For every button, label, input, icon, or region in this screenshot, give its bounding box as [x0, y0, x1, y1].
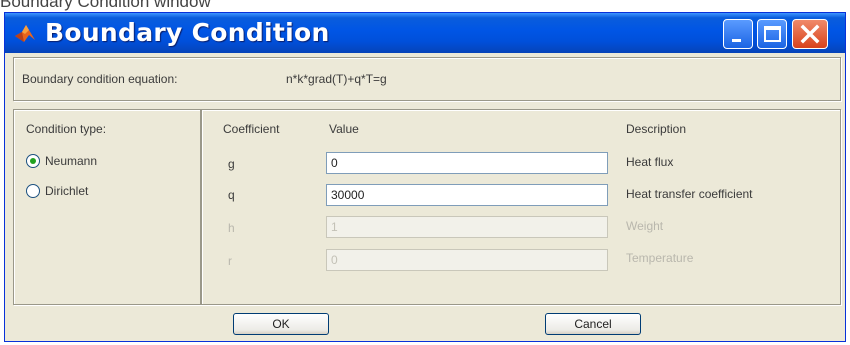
maximize-button[interactable] — [757, 19, 787, 49]
button-panel: OK Cancel — [13, 307, 841, 343]
ok-button[interactable]: OK — [233, 313, 329, 335]
coefficient-r: r — [228, 254, 232, 268]
radio-button[interactable] — [26, 184, 40, 198]
g-description: Heat flux — [626, 155, 674, 169]
value-header: Value — [329, 122, 359, 136]
radio-selected-dot — [30, 158, 36, 164]
q-value-field[interactable]: 30000 — [326, 184, 608, 206]
h-description: Weight — [626, 219, 664, 233]
r-value-field: 0 — [326, 249, 608, 271]
minimize-icon — [732, 39, 741, 42]
cancel-button[interactable]: Cancel — [545, 313, 641, 335]
condition-type-label: Condition type: — [26, 122, 107, 136]
minimize-button[interactable] — [723, 19, 753, 49]
radio-dirichlet-label[interactable]: Dirichlet — [45, 184, 88, 198]
coefficient-g: g — [228, 157, 235, 171]
radio-neumann-label[interactable]: Neumann — [45, 154, 97, 168]
equation-label: Boundary condition equation: — [22, 72, 178, 86]
condition-type-panel: Condition type: Neumann Dirichlet — [13, 109, 201, 305]
title-bar[interactable]: Boundary Condition — [5, 13, 845, 53]
g-value-field[interactable]: 0 — [326, 152, 608, 174]
matlab-logo-icon — [15, 25, 35, 42]
coefficient-q: q — [228, 188, 235, 202]
description-header: Description — [626, 122, 687, 136]
equation-value: n*k*grad(T)+q*T=g — [286, 72, 387, 86]
coefficient-header: Coefficient — [223, 122, 280, 136]
window-title: Boundary Condition — [45, 18, 330, 47]
close-icon — [800, 24, 820, 44]
coefficient-h: h — [228, 221, 235, 235]
window-caption: Boundary Condition window — [0, 0, 211, 11]
r-description: Temperature — [626, 251, 694, 265]
equation-panel: Boundary condition equation: n*k*grad(T)… — [13, 57, 841, 101]
radio-button[interactable] — [26, 154, 40, 168]
close-button[interactable] — [792, 19, 828, 49]
maximize-icon — [764, 26, 781, 42]
h-value-field: 1 — [326, 216, 608, 238]
coefficients-panel: Coefficient Value Description g 0 Heat f… — [201, 109, 841, 305]
boundary-condition-dialog: Boundary Condition Boundary condition eq… — [4, 12, 846, 342]
q-description: Heat transfer coefficient — [626, 187, 753, 201]
